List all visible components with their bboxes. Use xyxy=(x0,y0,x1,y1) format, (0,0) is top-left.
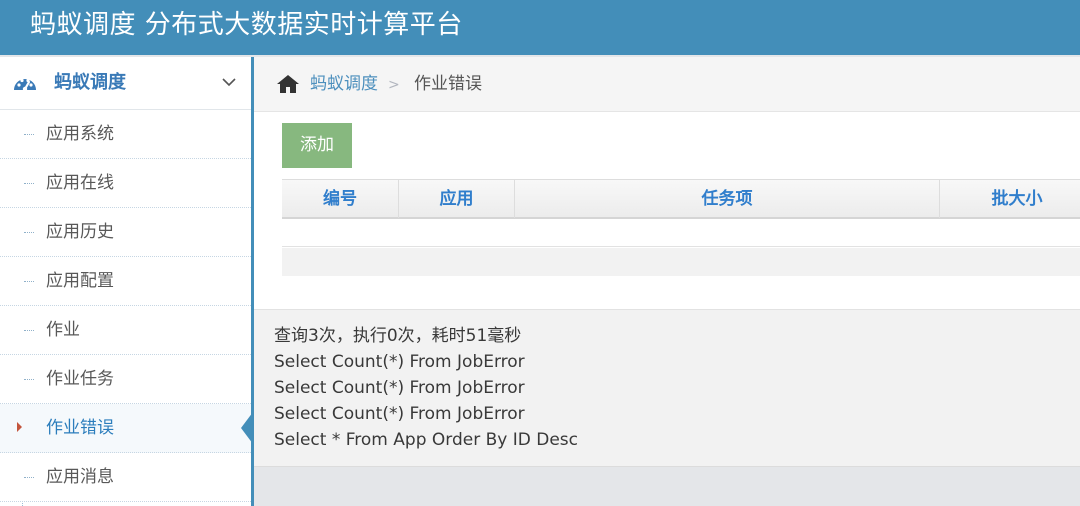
chevron-down-icon[interactable] xyxy=(220,73,238,91)
dashboard-icon xyxy=(14,78,36,92)
sidebar-section-header[interactable]: 蚂蚁调度 xyxy=(0,57,251,110)
column-header-batch-size[interactable]: 批大小 xyxy=(939,180,1080,218)
breadcrumb-separator: > xyxy=(388,77,400,93)
sidebar-section-title: 蚂蚁调度 xyxy=(54,72,126,93)
sidebar: 蚂蚁调度 应用系统 应用在线 应用历史 应用配置 作业 作业任务 作业错误 应用… xyxy=(0,57,254,506)
table-footer xyxy=(282,248,1080,276)
sidebar-item-job-task[interactable]: 作业任务 xyxy=(0,355,251,404)
sidebar-item-label: 应用历史 xyxy=(46,222,114,242)
column-header-app[interactable]: 应用 xyxy=(398,180,514,218)
sidebar-item-label: 应用在线 xyxy=(46,173,114,193)
sidebar-item-app-system[interactable]: 应用系统 xyxy=(0,110,251,159)
sidebar-item-app-online[interactable]: 应用在线 xyxy=(0,159,251,208)
table-header: 编号 应用 任务项 批大小 xyxy=(282,179,1080,219)
tree-tick xyxy=(24,330,34,331)
column-header-id[interactable]: 编号 xyxy=(282,180,398,218)
add-button[interactable]: 添加 xyxy=(282,123,352,168)
sidebar-item-job-error[interactable]: 作业错误 xyxy=(0,404,253,453)
sidebar-item-label: 作业错误 xyxy=(46,418,114,438)
sidebar-item-label: 作业 xyxy=(46,320,80,340)
table-empty-row xyxy=(282,219,1080,247)
sidebar-item-label: 应用消息 xyxy=(46,467,114,487)
page-background xyxy=(254,467,1080,506)
tree-tick xyxy=(24,134,34,135)
sql-log-line: Select Count(*) From JobError xyxy=(274,378,525,398)
sql-log-line: Select Count(*) From JobError xyxy=(274,352,525,372)
main-content: 蚂蚁调度 > 作业错误 添加 编号 应用 任务项 批大小 查询3次，执行0次，耗… xyxy=(254,57,1080,506)
sidebar-item-app-config[interactable]: 应用配置 xyxy=(0,257,251,306)
sidebar-item-label: 应用系统 xyxy=(46,124,114,144)
top-navbar: 蚂蚁调度 分布式大数据实时计算平台 xyxy=(0,0,1080,55)
app-title[interactable]: 蚂蚁调度 分布式大数据实时计算平台 xyxy=(30,8,463,42)
sql-log-line: Select Count(*) From JobError xyxy=(274,404,525,424)
home-icon[interactable] xyxy=(276,73,300,95)
active-pointer-icon xyxy=(241,412,253,444)
sidebar-item-label: 作业任务 xyxy=(46,369,114,389)
breadcrumb-root-link[interactable]: 蚂蚁调度 xyxy=(310,73,378,95)
sidebar-item-label: 应用配置 xyxy=(46,271,114,291)
sidebar-item-app-history[interactable]: 应用历史 xyxy=(0,208,251,257)
tree-tick xyxy=(24,477,34,478)
sql-log-line: Select * From App Order By ID Desc xyxy=(274,430,578,450)
column-header-task-item[interactable]: 任务项 xyxy=(514,180,939,218)
breadcrumb-current: 作业错误 xyxy=(414,74,482,94)
sidebar-item-app-message[interactable]: 应用消息 xyxy=(0,453,251,502)
tree-tick xyxy=(24,232,34,233)
tree-tick xyxy=(24,379,34,380)
sql-summary: 查询3次，执行0次，耗时51毫秒 xyxy=(274,326,522,346)
active-caret-icon xyxy=(17,422,22,432)
tree-tick xyxy=(24,183,34,184)
breadcrumb: 蚂蚁调度 > 作业错误 xyxy=(254,57,1080,112)
sql-log-panel: 查询3次，执行0次，耗时51毫秒 Select Count(*) From Jo… xyxy=(254,309,1080,467)
tree-tick xyxy=(24,281,34,282)
sidebar-item-job[interactable]: 作业 xyxy=(0,306,251,355)
